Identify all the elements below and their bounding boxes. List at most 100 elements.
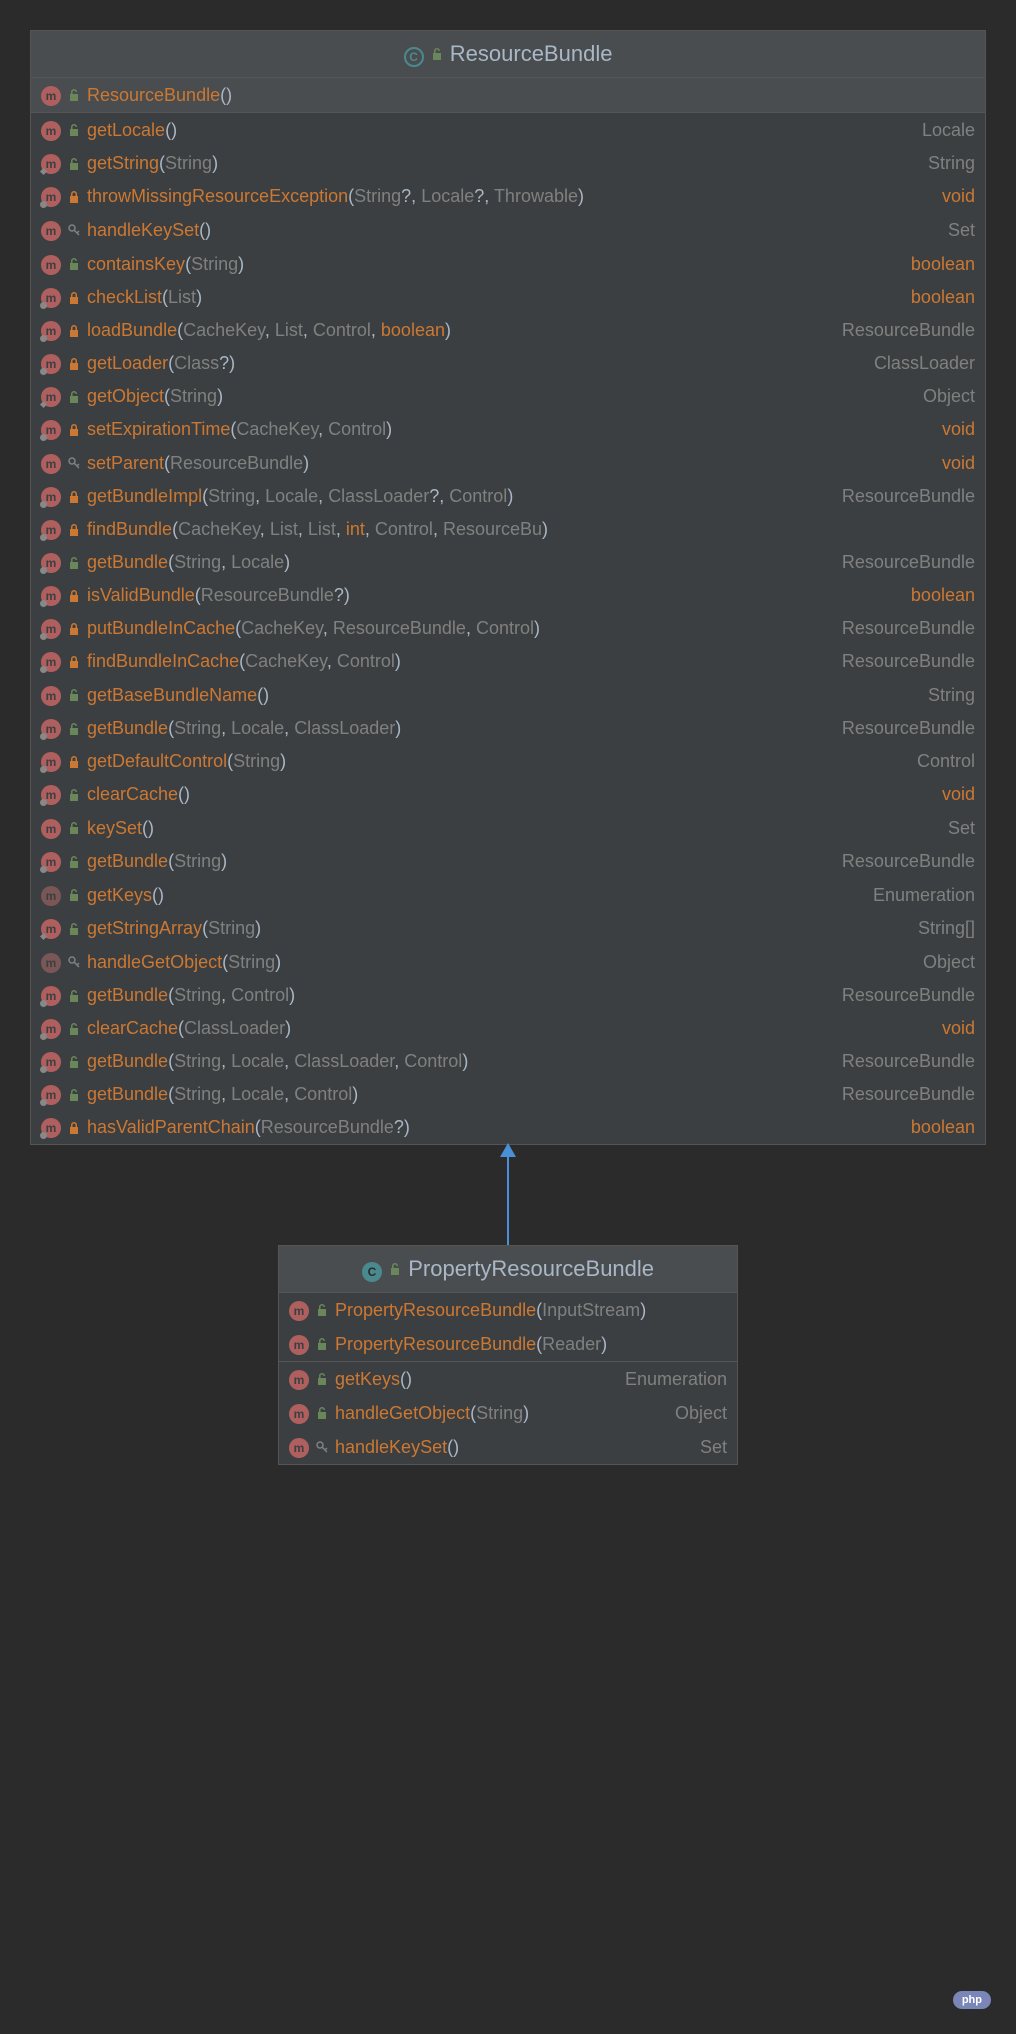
method-row[interactable]: m findBundle(CacheKey, List, List, int, …	[31, 513, 985, 546]
method-row[interactable]: m clearCache() void	[31, 778, 985, 811]
method-icon: m	[289, 1370, 309, 1390]
paren-close: )	[280, 751, 286, 771]
return-type: boolean	[911, 1117, 975, 1138]
lock-icon	[67, 490, 81, 504]
method-row[interactable]: m setParent(ResourceBundle) void	[31, 446, 985, 480]
method-signature: clearCache()	[87, 784, 190, 805]
method-row[interactable]: m clearCache(ClassLoader) void	[31, 1012, 985, 1045]
method-row[interactable]: m getBundle(String, Control) ResourceBun…	[31, 979, 985, 1012]
param-type: Locale	[231, 718, 284, 738]
method-signature: checkList(List)	[87, 287, 202, 308]
method-signature: getKeys()	[335, 1369, 412, 1390]
method-row[interactable]: m hasValidParentChain(ResourceBundle?) b…	[31, 1111, 985, 1144]
param-type: String	[476, 1403, 523, 1423]
method-row[interactable]: m getDefaultControl(String) Control	[31, 745, 985, 778]
badge-wrap: m	[41, 452, 61, 474]
method-row[interactable]: m setExpirationTime(CacheKey, Control) v…	[31, 413, 985, 446]
method-name: getBundle	[87, 985, 168, 1005]
method-row[interactable]: m handleKeySet() Set	[279, 1430, 737, 1464]
method-row[interactable]: m getString(String) String	[31, 147, 985, 180]
method-row[interactable]: m loadBundle(CacheKey, List, Control, bo…	[31, 314, 985, 347]
return-type: ResourceBundle	[842, 618, 975, 639]
method-icon: m	[41, 819, 61, 839]
unlock-icon	[315, 1303, 329, 1317]
method-row[interactable]: m getLocale() Locale	[31, 113, 985, 147]
unlock-icon	[67, 1022, 81, 1036]
method-icon: m	[41, 919, 61, 939]
param-type: ClassLoader	[328, 486, 429, 506]
return-type: Set	[948, 220, 975, 241]
method-row[interactable]: m getBundle(String, Locale, ClassLoader)…	[31, 712, 985, 745]
param-type: Control	[404, 1051, 462, 1071]
paren-close: )	[395, 718, 401, 738]
method-signature: setParent(ResourceBundle)	[87, 453, 309, 474]
comma: ,	[265, 320, 275, 340]
comma: ,	[336, 519, 346, 539]
method-icon: m	[41, 619, 61, 639]
method-row[interactable]: m getBaseBundleName() String	[31, 678, 985, 712]
unlock-icon	[430, 47, 444, 61]
method-signature: getDefaultControl(String)	[87, 751, 286, 772]
method-name: handleGetObject	[87, 952, 222, 972]
method-name: throwMissingResourceException	[87, 186, 348, 206]
method-name: handleKeySet	[335, 1437, 447, 1457]
paren-close: )	[534, 618, 540, 638]
method-row[interactable]: m PropertyResourceBundle(Reader)	[279, 1327, 737, 1361]
method-row[interactable]: m putBundleInCache(CacheKey, ResourceBun…	[31, 612, 985, 645]
key-icon	[67, 223, 81, 237]
badge-wrap: m	[41, 1019, 61, 1039]
method-row[interactable]: m getBundle(String, Locale, ClassLoader,…	[31, 1045, 985, 1078]
method-row[interactable]: m getKeys() Enumeration	[31, 878, 985, 912]
method-row[interactable]: m handleKeySet() Set	[31, 213, 985, 247]
paren-close: )	[275, 952, 281, 972]
method-row[interactable]: m containsKey(String) boolean	[31, 247, 985, 281]
return-type: void	[942, 186, 975, 207]
badge-wrap: m	[41, 986, 61, 1006]
unlock-icon	[67, 922, 81, 936]
method-row[interactable]: m handleGetObject(String) Object	[279, 1396, 737, 1430]
comma: ,	[284, 718, 294, 738]
unlock-icon	[67, 855, 81, 869]
badge-wrap: m	[41, 354, 61, 374]
method-row[interactable]: m ResourceBundle()	[31, 78, 985, 112]
method-name: ResourceBundle	[87, 85, 220, 105]
return-type: ResourceBundle	[842, 1084, 975, 1105]
method-row[interactable]: m getBundleImpl(String, Locale, ClassLoa…	[31, 480, 985, 513]
method-row[interactable]: m PropertyResourceBundle(InputStream)	[279, 1293, 737, 1327]
method-row[interactable]: m isValidBundle(ResourceBundle?) boolean	[31, 579, 985, 612]
paren-close: )	[285, 1018, 291, 1038]
paren-close: )	[523, 1403, 529, 1423]
method-row[interactable]: m getObject(String) Object	[31, 380, 985, 413]
method-row[interactable]: m getKeys() Enumeration	[279, 1362, 737, 1396]
method-row[interactable]: m getBundle(String) ResourceBundle	[31, 845, 985, 878]
method-icon: m	[41, 354, 61, 374]
method-name: getString	[87, 153, 159, 173]
param-type: Reader	[542, 1334, 601, 1354]
method-row[interactable]: m handleGetObject(String) Object	[31, 945, 985, 979]
method-row[interactable]: m getStringArray(String) String[]	[31, 912, 985, 945]
method-icon: m	[41, 520, 61, 540]
method-name: getLoader	[87, 353, 168, 373]
method-row[interactable]: m getBundle(String, Locale, Control) Res…	[31, 1078, 985, 1111]
method-signature: PropertyResourceBundle(Reader)	[335, 1334, 607, 1355]
method-name: getDefaultControl	[87, 751, 227, 771]
method-row[interactable]: m throwMissingResourceException(String?,…	[31, 180, 985, 213]
method-signature: hasValidParentChain(ResourceBundle?)	[87, 1117, 410, 1138]
param-type: Locale	[265, 486, 318, 506]
badge-wrap: m	[41, 752, 61, 772]
method-icon: m	[41, 255, 61, 275]
method-signature: ResourceBundle()	[87, 85, 232, 106]
method-row[interactable]: m getLoader(Class?) ClassLoader	[31, 347, 985, 380]
method-row[interactable]: m keySet() Set	[31, 811, 985, 845]
method-name: getBundle	[87, 1051, 168, 1071]
method-row[interactable]: m getBundle(String, Locale) ResourceBund…	[31, 546, 985, 579]
method-row[interactable]: m checkList(List) boolean	[31, 281, 985, 314]
comma: ,	[484, 186, 494, 206]
method-signature: getBundle(String, Control)	[87, 985, 295, 1006]
paren-close: )	[205, 220, 211, 240]
badge-wrap: m	[41, 1085, 61, 1105]
param-type: ResourceBundle	[170, 453, 303, 473]
method-row[interactable]: m findBundleInCache(CacheKey, Control) R…	[31, 645, 985, 678]
parent-class-header: C ResourceBundle	[31, 31, 985, 78]
badge-wrap: m	[41, 619, 61, 639]
